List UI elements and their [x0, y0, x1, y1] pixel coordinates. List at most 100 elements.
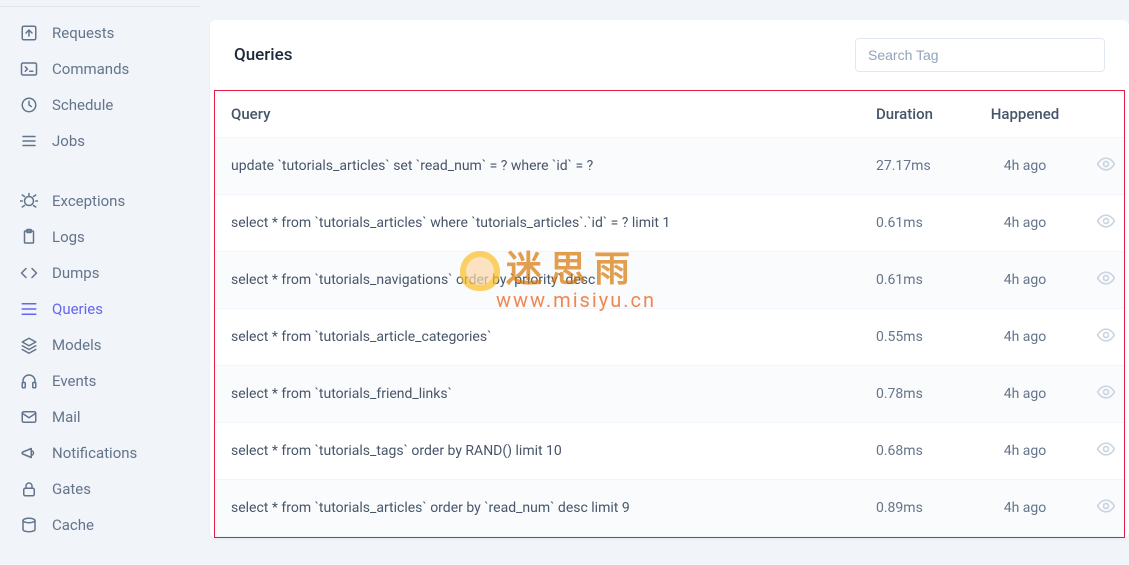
table-row[interactable]: select * from `tutorials_friend_links`0.… [215, 366, 1124, 423]
cell-query: update `tutorials_articles` set `read_nu… [215, 138, 860, 195]
sidebar-item-mail[interactable]: Mail [0, 399, 200, 435]
list-icon [20, 132, 38, 150]
eye-icon[interactable] [1096, 496, 1116, 516]
cell-action [1080, 480, 1124, 537]
sidebar-item-logs[interactable]: Logs [0, 219, 200, 255]
arrow-up-square-icon [20, 24, 38, 42]
bug-icon [20, 192, 38, 210]
eye-icon[interactable] [1096, 268, 1116, 288]
eye-icon[interactable] [1096, 211, 1116, 231]
sidebar-item-label: Jobs [52, 132, 85, 150]
sidebar-item-cache[interactable]: Cache [0, 507, 200, 543]
eye-icon[interactable] [1096, 439, 1116, 459]
main-content: Queries Query Duration Happened u [200, 0, 1129, 565]
menu-lines-icon [20, 300, 38, 318]
queries-card: Queries Query Duration Happened u [210, 20, 1129, 538]
eye-icon[interactable] [1096, 154, 1116, 174]
cell-action [1080, 195, 1124, 252]
sidebar-item-events[interactable]: Events [0, 363, 200, 399]
sidebar: Requests Commands Schedule Jobs Exceptions L… [0, 6, 200, 565]
cell-duration: 27.17ms [860, 138, 970, 195]
page-title: Queries [234, 45, 292, 65]
cell-query: select * from `tutorials_friend_links` [215, 366, 860, 423]
sidebar-item-label: Mail [52, 408, 81, 426]
table-row[interactable]: update `tutorials_articles` set `read_nu… [215, 138, 1124, 195]
cell-query: select * from `tutorials_tags` order by … [215, 423, 860, 480]
sidebar-item-label: Dumps [52, 264, 99, 282]
cell-query: select * from `tutorials_articles` order… [215, 480, 860, 537]
sidebar-item-label: Queries [52, 300, 103, 318]
code-icon [20, 264, 38, 282]
cell-action [1080, 423, 1124, 480]
sidebar-item-label: Logs [52, 228, 85, 246]
cell-happened: 4h ago [970, 480, 1080, 537]
terminal-icon [20, 60, 38, 78]
sidebar-section-2: Exceptions Logs Dumps Queries Models Events Ma… [0, 183, 200, 543]
col-header-query: Query [215, 91, 860, 138]
queries-table: Query Duration Happened update `tutorial… [215, 91, 1124, 537]
cell-happened: 4h ago [970, 309, 1080, 366]
cell-duration: 0.55ms [860, 309, 970, 366]
search-input[interactable] [855, 38, 1105, 72]
sidebar-item-label: Schedule [52, 96, 113, 114]
mail-icon [20, 408, 38, 426]
sidebar-item-commands[interactable]: Commands [0, 51, 200, 87]
search-box [855, 38, 1105, 72]
sidebar-item-label: Models [52, 336, 101, 354]
cell-happened: 4h ago [970, 195, 1080, 252]
headphones-icon [20, 372, 38, 390]
sidebar-item-label: Cache [52, 516, 94, 534]
cell-action [1080, 366, 1124, 423]
sidebar-item-requests[interactable]: Requests [0, 15, 200, 51]
sidebar-item-label: Requests [52, 24, 114, 42]
sidebar-item-models[interactable]: Models [0, 327, 200, 363]
table-header-row: Query Duration Happened [215, 91, 1124, 138]
table-row[interactable]: select * from `tutorials_articles` where… [215, 195, 1124, 252]
sidebar-item-queries[interactable]: Queries [0, 291, 200, 327]
cell-happened: 4h ago [970, 138, 1080, 195]
eye-icon[interactable] [1096, 382, 1116, 402]
sidebar-item-schedule[interactable]: Schedule [0, 87, 200, 123]
cell-happened: 4h ago [970, 366, 1080, 423]
sidebar-item-gates[interactable]: Gates [0, 471, 200, 507]
megaphone-icon [20, 444, 38, 462]
cell-duration: 0.61ms [860, 195, 970, 252]
cell-duration: 0.68ms [860, 423, 970, 480]
clipboard-icon [20, 228, 38, 246]
sidebar-item-dumps[interactable]: Dumps [0, 255, 200, 291]
layers-icon [20, 336, 38, 354]
cell-action [1080, 309, 1124, 366]
cell-duration: 0.89ms [860, 480, 970, 537]
queries-table-highlight: Query Duration Happened update `tutorial… [214, 90, 1125, 538]
col-header-duration: Duration [860, 91, 970, 138]
cell-query: select * from `tutorials_article_categor… [215, 309, 860, 366]
col-header-happened: Happened [970, 91, 1080, 138]
table-row[interactable]: select * from `tutorials_articles` order… [215, 480, 1124, 537]
sidebar-item-exceptions[interactable]: Exceptions [0, 183, 200, 219]
card-header: Queries [210, 20, 1129, 90]
cell-duration: 0.78ms [860, 366, 970, 423]
table-row[interactable]: select * from `tutorials_tags` order by … [215, 423, 1124, 480]
cell-query: select * from `tutorials_articles` where… [215, 195, 860, 252]
sidebar-item-notifications[interactable]: Notifications [0, 435, 200, 471]
sidebar-item-label: Gates [52, 480, 91, 498]
col-header-action [1080, 91, 1124, 138]
table-row[interactable]: select * from `tutorials_article_categor… [215, 309, 1124, 366]
sidebar-item-label: Notifications [52, 444, 137, 462]
sidebar-section-1: Requests Commands Schedule Jobs [0, 15, 200, 159]
cell-query: select * from `tutorials_navigations` or… [215, 252, 860, 309]
cell-happened: 4h ago [970, 423, 1080, 480]
sidebar-item-jobs[interactable]: Jobs [0, 123, 200, 159]
cell-happened: 4h ago [970, 252, 1080, 309]
sidebar-item-label: Events [52, 372, 96, 390]
cell-action [1080, 252, 1124, 309]
table-row[interactable]: select * from `tutorials_navigations` or… [215, 252, 1124, 309]
cell-duration: 0.61ms [860, 252, 970, 309]
sidebar-item-label: Exceptions [52, 192, 125, 210]
cell-action [1080, 138, 1124, 195]
database-icon [20, 516, 38, 534]
eye-icon[interactable] [1096, 325, 1116, 345]
clock-icon [20, 96, 38, 114]
lock-icon [20, 480, 38, 498]
sidebar-item-label: Commands [52, 60, 129, 78]
